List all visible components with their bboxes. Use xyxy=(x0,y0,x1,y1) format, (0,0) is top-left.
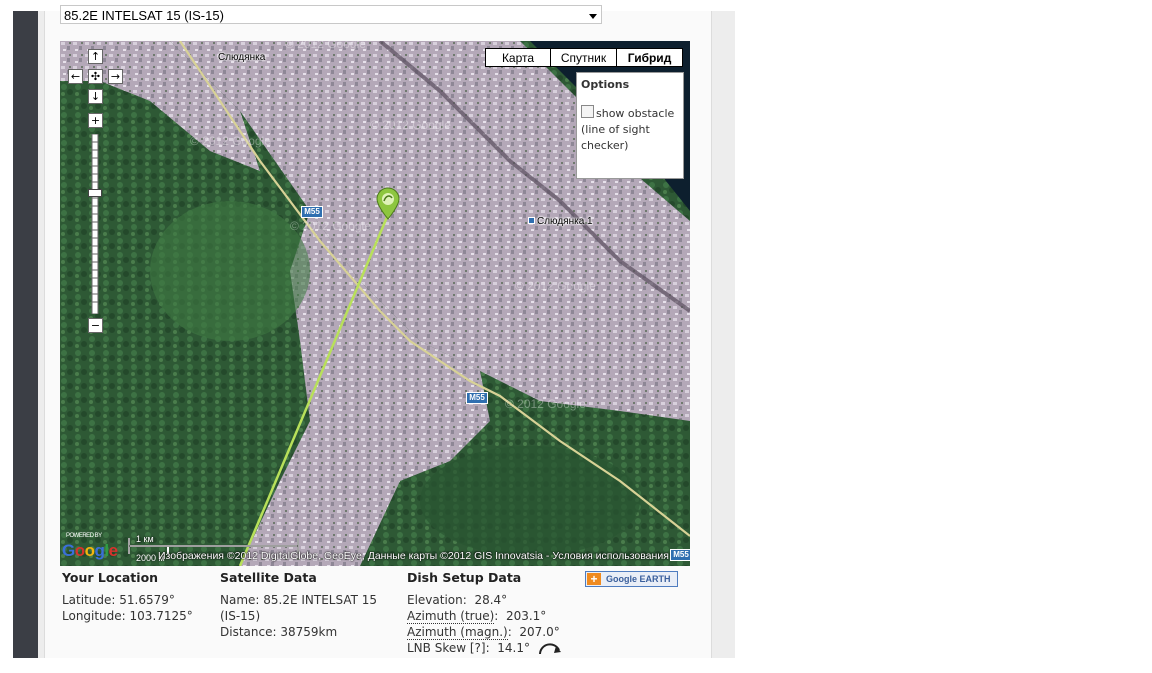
dish-setup-section: Dish Setup Data Elevation: 28.4° Azimuth… xyxy=(407,570,582,656)
watermark: © 2012 Google xyxy=(285,41,366,51)
zoom-in-icon[interactable]: + xyxy=(88,113,103,128)
watermark: © 2012 Google xyxy=(290,219,371,233)
watermark: © 2012 Google xyxy=(515,279,596,293)
longitude-value: Longitude: 103.7125° xyxy=(62,609,193,623)
road-shield: M55 xyxy=(466,392,488,404)
google-earth-label: Google EARTH xyxy=(606,574,671,584)
zoom-slider[interactable] xyxy=(88,134,102,314)
satellite-distance: Distance: 38759km xyxy=(220,625,338,639)
azimuth-magn-row: Azimuth (magn.): 207.0° xyxy=(407,625,560,640)
dish-setup-heading: Dish Setup Data xyxy=(407,570,522,585)
latitude-value: Latitude: 51.6579° xyxy=(62,593,175,607)
options-title: Options xyxy=(581,78,630,91)
lnb-skew-value: 14.1° xyxy=(497,641,530,655)
azimuth-magn-value: 207.0° xyxy=(519,625,560,639)
your-location-heading: Your Location xyxy=(62,570,159,585)
powered-by-label: POWERED BY xyxy=(66,533,102,539)
lnb-skew-label[interactable]: LNB Skew [?]: xyxy=(407,641,490,655)
azimuth-true-value: 203.1° xyxy=(505,609,547,623)
your-location-section: Your Location Latitude: 51.6579° Longitu… xyxy=(62,570,212,624)
rotate-arrow-icon xyxy=(538,643,561,655)
road-shield: M55 xyxy=(670,549,690,561)
watermark: © 2012 Google xyxy=(370,118,451,132)
map-type-satellite-button[interactable]: Спутник xyxy=(550,48,617,67)
map-type-map-button[interactable]: Карта xyxy=(485,48,551,67)
satellite-select[interactable]: 85.2E INTELSAT 15 (IS-15) xyxy=(60,5,602,24)
map-type-hybrid-button[interactable]: Гибрид xyxy=(616,48,683,67)
satellite-select-value: 85.2E INTELSAT 15 (IS-15) xyxy=(64,8,224,23)
elevation-value: 28.4° xyxy=(474,593,508,607)
pan-right-icon[interactable]: → xyxy=(108,69,123,84)
scale-km-label: 1 км xyxy=(136,534,154,544)
obstacle-checkbox-label: show obstacle (line of sight checker) xyxy=(581,107,675,152)
left-sidebar-strip xyxy=(13,11,38,658)
pan-up-icon[interactable]: ↑ xyxy=(88,49,103,64)
lnb-skew-row: LNB Skew [?]: 14.1° xyxy=(407,640,582,656)
azimuth-magn-label[interactable]: Azimuth (magn.) xyxy=(407,625,508,640)
satellite-name: Name: 85.2E INTELSAT 15 (IS-15) xyxy=(220,593,378,623)
pan-left-icon[interactable]: ← xyxy=(68,69,83,84)
watermark: © 2012 Google xyxy=(505,397,586,411)
pan-center-icon[interactable]: ✣ xyxy=(88,69,103,84)
obstacle-checkbox[interactable] xyxy=(581,105,594,118)
plus-icon: + xyxy=(587,573,601,585)
azimuth-true-row: Azimuth (true): 203.1° xyxy=(407,609,547,624)
location-marker-icon[interactable] xyxy=(374,186,402,220)
satellite-data-heading: Satellite Data xyxy=(220,570,317,585)
azimuth-true-label[interactable]: Azimuth (true) xyxy=(407,609,495,624)
map-attribution[interactable]: Изображения ©2012 DigitalGlobe, GeoEye, … xyxy=(158,550,669,562)
chevron-down-icon[interactable] xyxy=(589,14,597,19)
map-options-panel: Options show obstacle (line of sight che… xyxy=(576,72,684,179)
satellite-data-section: Satellite Data Name: 85.2E INTELSAT 15 (… xyxy=(220,570,400,640)
road-shield: M55 xyxy=(301,206,323,218)
pan-down-icon[interactable]: ↓ xyxy=(88,89,103,104)
place-label: Слюдянка xyxy=(218,52,266,63)
satellite-map[interactable]: © 2012 Google © 2012 Google © 2012 Googl… xyxy=(60,41,690,566)
google-logo[interactable]: POWERED BY Google xyxy=(62,533,118,561)
watermark: © 2012 Google xyxy=(190,134,271,148)
zoom-out-icon[interactable]: − xyxy=(88,318,103,333)
elevation-row: Elevation: 28.4° xyxy=(407,593,508,607)
place-label: Слюдянка 1 xyxy=(528,216,593,227)
google-earth-button[interactable]: + Google EARTH xyxy=(585,571,678,587)
zoom-slider-thumb[interactable] xyxy=(88,189,102,197)
